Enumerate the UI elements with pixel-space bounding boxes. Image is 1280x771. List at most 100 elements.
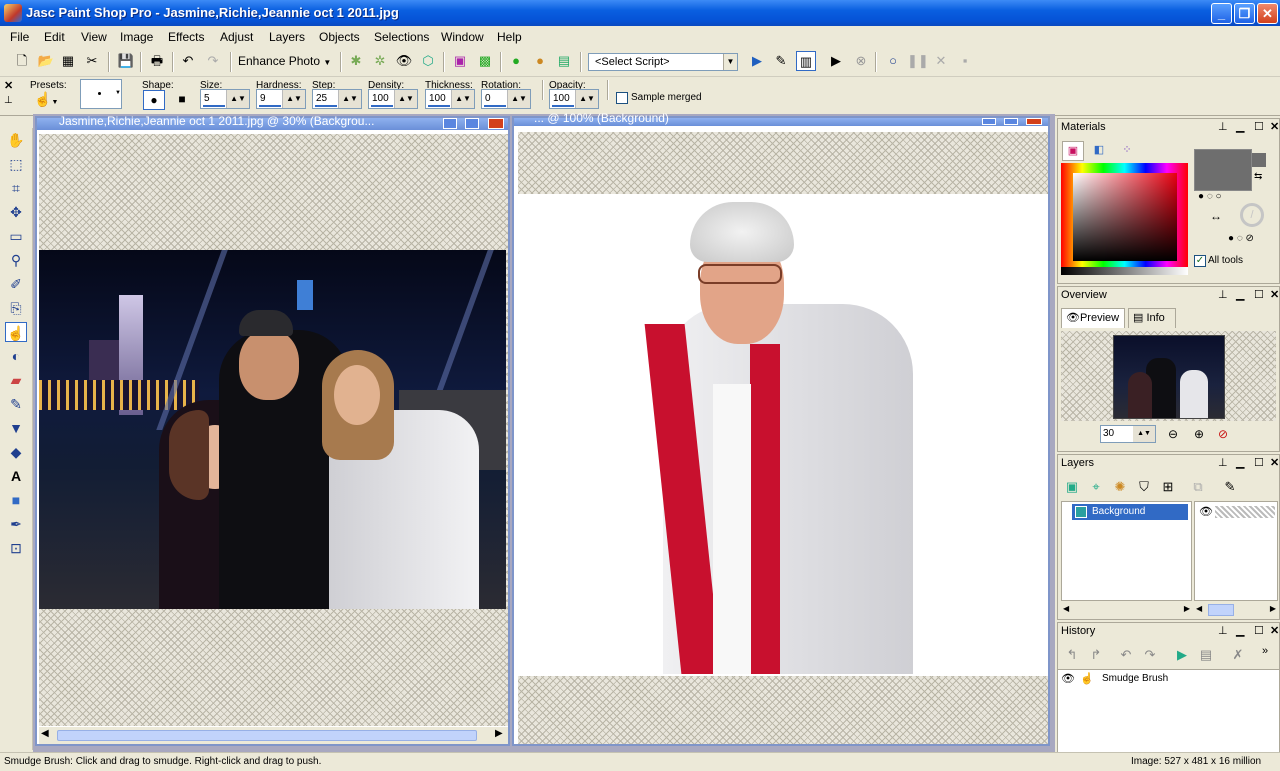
close-icon[interactable]: ✕ [1270,288,1279,301]
crop-tool-icon[interactable]: ⌗ [5,178,27,198]
dropper-tool-icon[interactable]: ⚲ [5,250,27,270]
close-icon[interactable]: ✕ [1270,120,1279,133]
eye-icon[interactable]: 👁 [1061,672,1075,685]
redo-icon[interactable]: ↷ [203,51,223,71]
portrait-icon[interactable]: ▣ [450,51,470,71]
stop-icon[interactable]: ✕ [931,51,951,71]
new-file-icon[interactable]: 🗋 [12,51,32,71]
selection-tool-icon[interactable]: ⬚ [5,154,27,174]
airbrush-tool-icon[interactable]: ✎ [5,394,27,414]
foreground-color-swatch[interactable] [1194,149,1252,191]
open-folder-icon[interactable]: 📂 [36,51,56,71]
clarify-icon[interactable]: ⬡ [418,51,438,71]
preset-shape-tool-icon[interactable]: ▭ [5,226,27,246]
tab-preview[interactable]: 👁Preview [1061,308,1125,328]
zoom-input[interactable]: 30 ▲▼ [1100,425,1156,443]
scroll-left-icon[interactable]: ◀ [41,728,49,739]
new-art-media-layer-icon[interactable]: ✺ [1110,477,1130,497]
presets-dropdown[interactable]: ☝▼ [34,90,62,108]
thickness-input[interactable]: 100 ▲▼ [425,89,475,109]
menu-layers[interactable]: Layers [269,30,305,44]
paint-brush-tool-icon[interactable]: ✐ [5,274,27,294]
spin-arrows-icon[interactable]: ▲▼ [394,90,417,108]
swatches-tab-icon[interactable]: ⁘ [1116,141,1138,161]
edit-layer-icon[interactable]: ✎ [1220,477,1240,497]
slider-bar[interactable] [203,105,225,107]
print-icon[interactable]: 🖶 [147,51,167,71]
spin-arrows-icon[interactable]: ▲▼ [226,90,249,108]
scroll-right-icon[interactable]: ▶ [1270,604,1276,613]
opacity-bar[interactable] [1215,506,1275,518]
menu-selections[interactable]: Selections [374,30,429,44]
maximize-icon[interactable]: ☐ [1254,120,1264,133]
color-field[interactable] [1073,173,1177,261]
minimize-icon[interactable]: ▁ [1236,624,1244,637]
new-raster-layer-icon[interactable]: ▣ [1062,477,1082,497]
cancel-script-icon[interactable]: ⊗ [851,51,871,71]
gradient-tab-icon[interactable]: ◧ [1088,141,1110,161]
picture-frame-icon[interactable]: ▤ [554,51,574,71]
transparent-icon[interactable]: / [1240,203,1264,227]
menu-edit[interactable]: Edit [44,30,65,44]
opacity-input[interactable]: 100 ▲▼ [549,89,599,109]
doc1-maximize-button[interactable] [465,118,479,129]
layer-list[interactable]: Background [1061,501,1192,601]
scroll-thumb[interactable] [1208,604,1234,616]
density-input[interactable]: 100 ▲▼ [368,89,418,109]
pin-icon[interactable]: ⊥ [1218,456,1228,469]
slider-bar[interactable] [315,105,337,107]
pin-icon[interactable]: ⊥ [1218,288,1228,301]
new-adjustment-layer-icon[interactable]: ⊞ [1158,477,1178,497]
save-script-icon[interactable]: ▪ [955,51,975,71]
green-dome-icon[interactable]: ● [506,51,526,71]
close-button[interactable]: ✕ [1257,3,1278,24]
object-selector-tool-icon[interactable]: ⊡ [5,538,27,558]
spin-arrows-icon[interactable]: ▲▼ [451,90,474,108]
menu-view[interactable]: View [81,30,107,44]
history-item[interactable]: Smudge Brush [1102,673,1168,684]
layer-list-hscrollbar[interactable]: ◀ ▶ [1061,602,1192,616]
more-icon[interactable]: » [1262,645,1268,657]
document-2-titlebar[interactable]: ... @ 100% (Background) [514,111,1048,126]
move-tool-icon[interactable]: ✥ [5,202,27,222]
one-step-fix-icon[interactable]: ✱ [346,51,366,71]
all-tools-checkbox[interactable]: ✓ [1194,255,1206,267]
sample-merged-checkbox[interactable] [616,92,628,104]
clone-brush-tool-icon[interactable]: ⎘ [5,298,27,318]
slider-bar[interactable] [484,105,506,107]
select-script-dropdown[interactable]: <Select Script> ▼ [588,53,738,71]
redo-icon[interactable]: ↷ [1140,645,1160,665]
spin-arrows-icon[interactable]: ▲▼ [575,90,598,108]
round-shape-button[interactable]: ● [143,90,165,110]
step-input[interactable]: 25 ▲▼ [312,89,362,109]
pin-icon[interactable]: ⊥ [1218,624,1228,637]
undo-icon[interactable]: ↶ [1116,645,1136,665]
document-1-titlebar[interactable]: Jasmine,Richie,Jeannie oct 1 2011.jpg @ … [37,114,508,130]
scroll-left-icon[interactable]: ◀ [1063,604,1069,613]
menu-window[interactable]: Window [441,30,484,44]
spin-arrows-icon[interactable]: ▲▼ [282,90,305,108]
run-script-batch-icon[interactable]: ▶ [826,51,846,71]
undo-to-icon[interactable]: ↰ [1062,645,1082,665]
save-icon[interactable]: 💾 [116,51,136,71]
slider-bar[interactable] [428,105,450,107]
foreground-mini-swatch[interactable] [1252,153,1266,167]
doc2-close-button[interactable] [1026,118,1042,125]
scroll-left-icon[interactable]: ◀ [1196,604,1202,613]
redo-to-icon[interactable]: ↱ [1086,645,1106,665]
minimize-icon[interactable]: ▁ [1236,288,1244,301]
save-script-icon[interactable]: ▤ [1196,645,1216,665]
close-palette-icon[interactable]: ✕ [4,79,13,92]
zoom-100-icon[interactable]: ⊘ [1218,427,1228,441]
orange-dome-icon[interactable]: ● [530,51,550,71]
menu-adjust[interactable]: Adjust [220,30,253,44]
zoom-in-icon[interactable]: ⊕ [1194,427,1204,441]
scan-icon[interactable]: ✂ [82,51,102,71]
history-list[interactable]: 👁 ☝ Smudge Brush [1058,669,1279,752]
auto-fix-icon[interactable]: ✲ [370,51,390,71]
minimize-icon[interactable]: ▁ [1236,456,1244,469]
text-tool-icon[interactable]: A [5,466,27,486]
quickscript-icon[interactable]: ▶ [1172,645,1192,665]
swap-colors-icon[interactable]: ⇆ [1254,171,1262,182]
eraser-tool-icon[interactable]: ▰ [5,370,27,390]
